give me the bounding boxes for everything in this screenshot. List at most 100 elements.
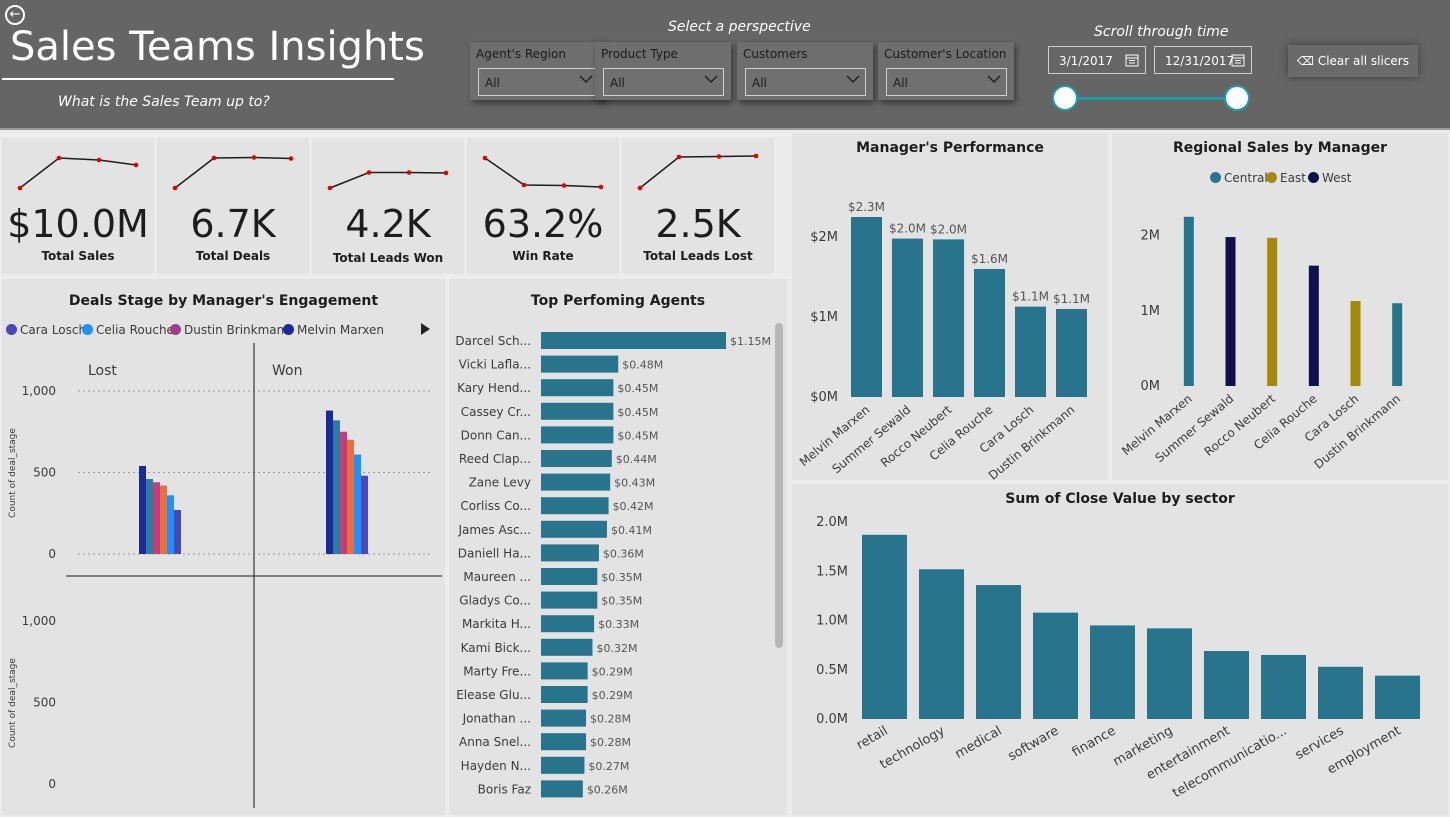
legend-label: Melvin Marxen <box>297 323 384 337</box>
product-type-dropdown[interactable]: All <box>603 68 724 96</box>
agent-bar <box>541 686 588 703</box>
deal-stage-bar <box>139 465 146 554</box>
agent-name-label: Elease Glu... <box>456 688 531 702</box>
top-agents-panel: Top Perfoming Agents Darcel Sch... $1.15M… <box>449 279 787 815</box>
agents-region-dropdown[interactable]: All <box>478 68 599 96</box>
sparkline-line <box>329 171 447 189</box>
clear-slicers-label: Clear all slicers <box>1317 54 1409 68</box>
back-arrow-icon[interactable]: ← <box>5 5 25 25</box>
date-range-start-handle[interactable] <box>1052 85 1078 111</box>
agent-name-label: Donn Can... <box>461 428 531 442</box>
chevron-down-icon <box>579 75 593 83</box>
calendar-icon[interactable] <box>1125 53 1139 67</box>
agent-value-label: $0.26M <box>587 783 628 796</box>
legend-item-melvin-marxen[interactable]: Melvin Marxen <box>283 323 384 337</box>
x-tick-label: retail <box>854 723 890 753</box>
legend-dot <box>1210 172 1221 183</box>
legend-label: West <box>1322 171 1352 185</box>
end-date-input[interactable]: 12/31/2017 <box>1154 46 1252 74</box>
bar-value-label: $2.0M <box>930 222 967 236</box>
agent-bar <box>541 473 611 491</box>
y-tick-label: $1M <box>810 310 838 325</box>
sparkline-point <box>288 156 294 161</box>
legend-item-west[interactable]: West <box>1308 171 1352 185</box>
start-date-input[interactable]: 3/1/2017 <box>1048 46 1146 74</box>
slicer-product-type: Product Type All <box>595 42 731 100</box>
bar <box>933 239 964 397</box>
legend-item-celia-rouche[interactable]: Celia Rouche <box>82 323 174 337</box>
end-date-value: 12/31/2017 <box>1165 54 1235 68</box>
kpi-value: 63.2% <box>482 202 604 246</box>
top-agents-title: Top Perfoming Agents <box>530 293 706 309</box>
sparkline-point <box>133 162 139 168</box>
agent-value-label: $0.29M <box>592 665 633 678</box>
sparkline-line <box>174 156 292 189</box>
y-tick-label: 0 <box>48 547 56 561</box>
regional-bar <box>1225 237 1236 386</box>
legend-label: Cara Losch <box>20 323 87 337</box>
kpi-card-total-sales[interactable]: $10.0M Total Sales <box>2 138 154 274</box>
slicer-label: Customers <box>743 47 808 61</box>
date-range-slider-track[interactable] <box>1066 97 1238 100</box>
x-tick-label: Melvin Marxen <box>797 403 873 470</box>
clear-slicers-button[interactable]: ⌫ Clear all slicers <box>1288 45 1418 77</box>
kpi-card-total-leads-lost[interactable]: 2.5K Total Leads Lost <box>622 138 774 274</box>
kpi-card-total-leads-won[interactable]: 4.2K Total Leads Won <box>312 138 464 274</box>
legend-item-dustin-brinkmann[interactable]: Dustin Brinkmann <box>170 323 292 337</box>
kpi-label: Win Rate <box>512 249 574 263</box>
regional-bar <box>1183 216 1194 386</box>
customers-dropdown[interactable]: All <box>745 68 866 96</box>
legend-item-central[interactable]: Central <box>1210 171 1268 185</box>
agent-bar <box>541 497 609 515</box>
customers-location-dropdown[interactable]: All <box>886 68 1007 96</box>
agent-value-label: $0.43M <box>614 477 655 490</box>
agent-bar <box>541 780 583 798</box>
facet-label-lost: Lost <box>88 363 117 379</box>
legend-item-east[interactable]: East <box>1266 171 1306 185</box>
kpi-label: Total Deals <box>195 249 271 263</box>
agent-name-label: Daniell Ha... <box>458 546 531 560</box>
y-tick-label: 0M <box>1141 379 1161 394</box>
agent-value-label: $0.28M <box>590 713 631 726</box>
date-range-end-handle[interactable] <box>1224 85 1250 111</box>
deals-stage-panel: Deals Stage by Manager's Engagement Cara… <box>2 279 445 815</box>
regional-bar <box>1308 265 1319 386</box>
y-tick-label: $2M <box>810 230 838 245</box>
calendar-icon[interactable] <box>1231 53 1245 67</box>
y-tick-label: $0M <box>810 390 838 405</box>
agent-value-label: $0.35M <box>601 595 642 608</box>
agent-name-label: Hayden N... <box>461 759 531 773</box>
sparkline-point <box>406 170 412 175</box>
kpi-card-win-rate[interactable]: 63.2% Win Rate <box>467 138 619 274</box>
sparkline-point <box>716 154 722 159</box>
agent-bar <box>541 450 612 467</box>
kpi-value: 4.2K <box>345 202 431 246</box>
bar <box>1090 625 1135 719</box>
agent-value-label: $0.45M <box>617 382 658 395</box>
agent-name-label: Kami Bick... <box>461 641 531 655</box>
perspective-label: Select a perspective <box>668 19 811 35</box>
bar-value-label: $2.3M <box>848 200 885 214</box>
bar <box>974 269 1005 397</box>
agent-bar <box>541 355 619 373</box>
regional-bar <box>1350 301 1361 386</box>
deal-stage-bar <box>326 410 333 554</box>
sector-panel: Sum of Close Value by sector 0.0M 0.5M 1.0… <box>792 484 1448 815</box>
legend-next-arrow-icon[interactable] <box>418 321 432 337</box>
slicer-agents-region: Agent's Region All <box>470 42 606 100</box>
kpi-card-total-deals[interactable]: 6.7K Total Deals <box>157 138 309 274</box>
agent-value-label: $0.28M <box>590 736 631 749</box>
agent-bar <box>541 568 598 585</box>
bar-value-label: $2.0M <box>889 222 926 236</box>
y-tick-label: 1.0M <box>816 614 848 629</box>
agent-name-label: Gladys Co... <box>459 594 531 608</box>
legend-item-cara-losch[interactable]: Cara Losch <box>6 323 86 337</box>
deal-stage-bar <box>153 482 160 554</box>
bar <box>976 585 1021 719</box>
agents-scrollbar[interactable] <box>775 323 783 648</box>
sparkline-point <box>482 155 488 161</box>
sparkline-point <box>561 183 567 188</box>
bar <box>1375 675 1420 719</box>
legend-label: Central <box>1224 171 1268 185</box>
slicer-value: All <box>610 76 625 90</box>
